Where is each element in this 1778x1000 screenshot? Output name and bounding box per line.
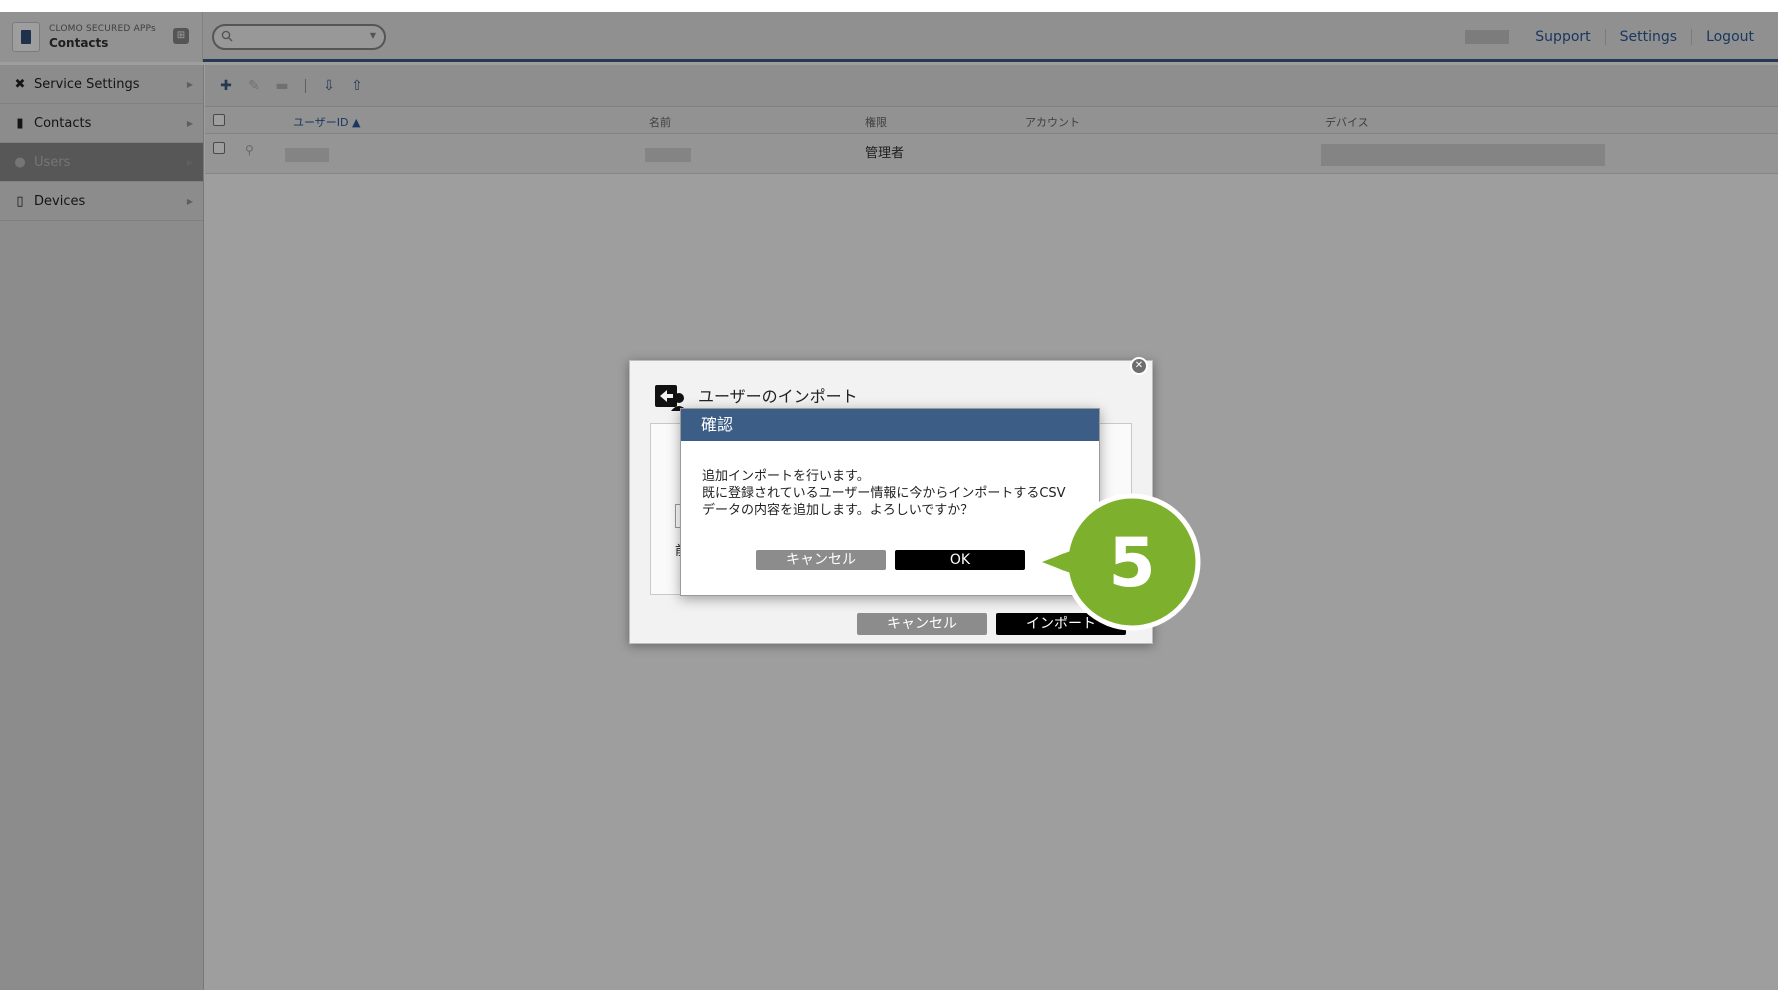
close-icon[interactable]: ✕: [1130, 357, 1148, 375]
step-number: 5: [1108, 524, 1155, 603]
confirm-message-line: データの内容を追加します。よろしいですか？: [702, 503, 974, 518]
confirm-message-line: 追加インポートを行います。: [702, 469, 870, 484]
import-dialog-title: ユーザーのインポート: [698, 387, 858, 406]
import-users-icon: [655, 385, 687, 411]
import-cancel-button[interactable]: キャンセル: [857, 613, 987, 635]
app-window: CLOMO SECURED APPs Contacts ⊞ ▼ Support …: [0, 0, 1778, 990]
confirm-message: 追加インポートを行います。 既に登録されているユーザー情報に今からインポートする…: [702, 468, 1092, 519]
confirm-message-line: 既に登録されているユーザー情報に今からインポートするCSV: [702, 486, 1066, 501]
cancel-button[interactable]: キャンセル: [756, 550, 886, 570]
ok-button[interactable]: OK: [895, 550, 1025, 570]
confirm-dialog-title: 確認: [681, 409, 1099, 441]
confirm-dialog: 確認 追加インポートを行います。 既に登録されているユーザー情報に今からインポー…: [680, 408, 1100, 596]
step-callout-icon: 5: [1040, 493, 1201, 631]
